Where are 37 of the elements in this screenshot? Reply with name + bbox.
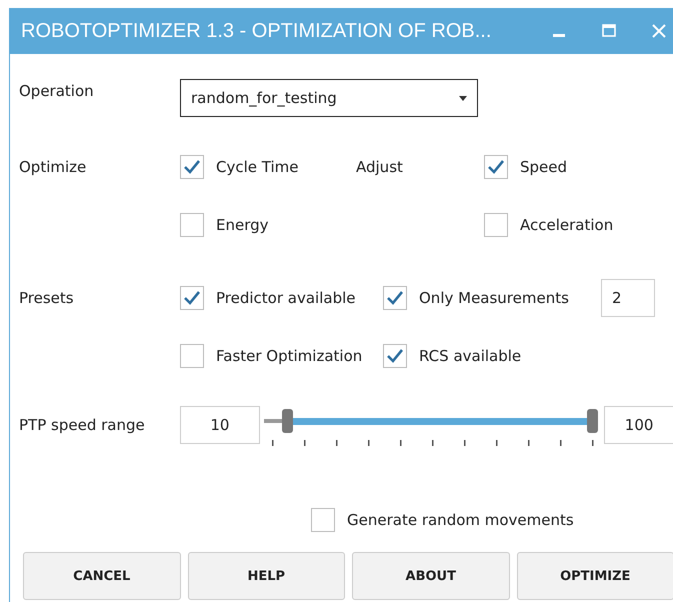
field-label: Presets xyxy=(19,289,75,307)
close-icon[interactable] xyxy=(650,22,668,40)
checkbox[interactable] xyxy=(180,286,204,310)
dialog-button[interactable]: ABOUT xyxy=(352,552,510,600)
min-speed-field[interactable]: 10 xyxy=(180,406,260,444)
checkbox-label: Speed xyxy=(520,158,568,176)
slider-thumb[interactable] xyxy=(587,409,598,433)
checkbox-label: Predictor available xyxy=(216,289,356,307)
checkbox-label: Only Measurements xyxy=(419,289,569,307)
field-label: Optimize xyxy=(19,158,88,176)
checkbox-label: Faster Optimization xyxy=(216,347,362,365)
dialog-button[interactable]: HELP xyxy=(188,552,345,600)
checkbox[interactable] xyxy=(180,344,204,368)
count-field[interactable]: 2 xyxy=(601,279,655,317)
field-label: Adjust xyxy=(356,158,403,176)
checkbox[interactable] xyxy=(484,155,508,179)
checkbox[interactable] xyxy=(484,213,508,237)
field-label: PTP speed range xyxy=(19,416,146,434)
checkbox-label: RCS available xyxy=(419,347,522,365)
checkbox-label: Acceleration xyxy=(520,216,614,234)
checkbox-label: Energy xyxy=(216,216,269,234)
window-title: ROBOTOPTIMIZER 1.3 - OPTIMIZATION OF ROB... xyxy=(21,20,492,42)
checkbox[interactable] xyxy=(180,213,204,237)
maximize-icon[interactable] xyxy=(600,22,618,40)
field-label: Operation xyxy=(19,82,95,100)
slider-thumb[interactable] xyxy=(282,409,294,433)
dialog-button[interactable]: CANCEL xyxy=(23,552,180,600)
checkbox[interactable] xyxy=(383,286,407,310)
operation-dropdown[interactable]: random_for_testing xyxy=(180,79,478,117)
max-speed-field[interactable]: 100 xyxy=(604,406,673,444)
checkbox[interactable] xyxy=(383,344,407,368)
checkbox[interactable] xyxy=(311,508,335,532)
checkbox-label: Cycle Time xyxy=(216,158,298,176)
checkbox[interactable] xyxy=(180,155,204,179)
dialog-button[interactable]: OPTIMIZE xyxy=(516,552,673,600)
checkbox-label: Generate random movements xyxy=(347,511,574,529)
caret-icon xyxy=(459,96,467,100)
